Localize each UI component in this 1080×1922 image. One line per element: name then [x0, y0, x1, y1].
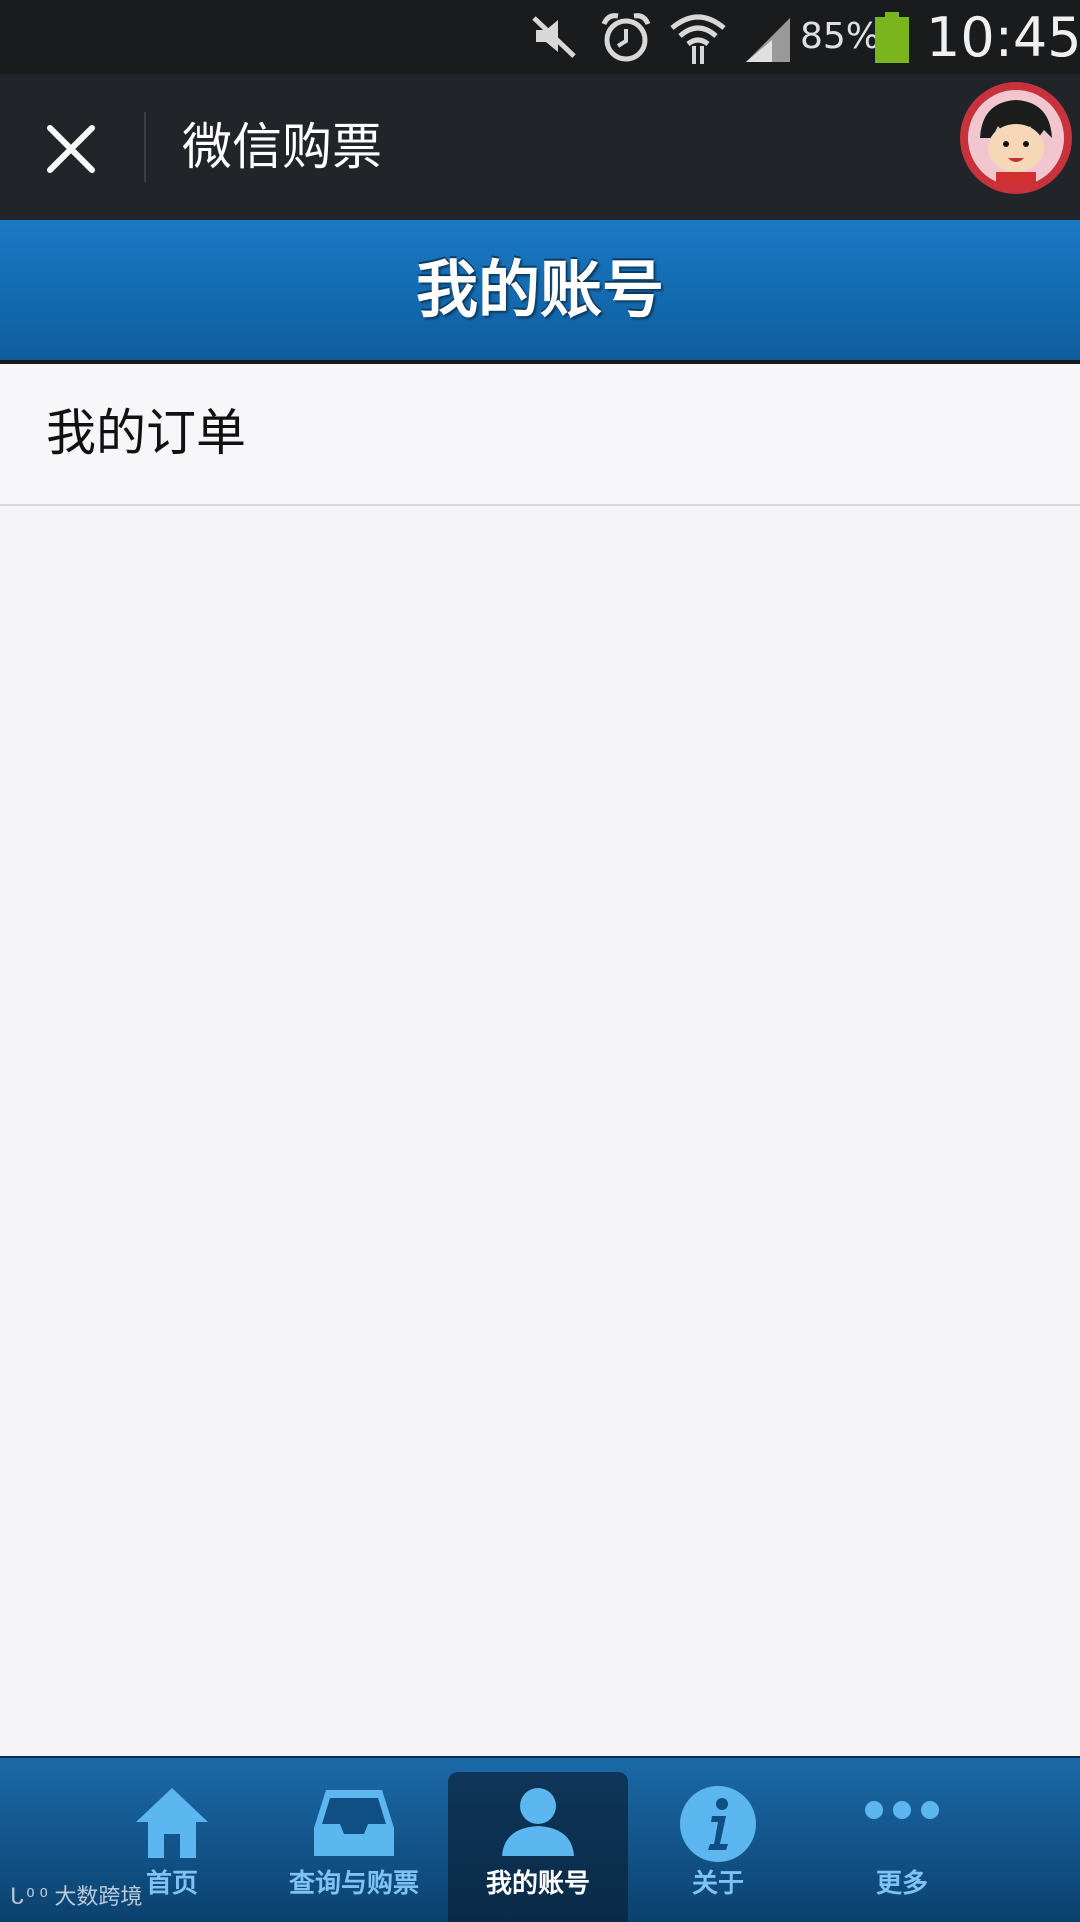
watermark: ᒐᴼᴼ 大数跨境: [10, 1884, 142, 1912]
close-icon: [47, 125, 95, 173]
tab-label: 查询与购票: [288, 1869, 419, 1899]
wechat-title-bar: 微信购票: [0, 74, 1080, 220]
list-item-my-orders[interactable]: 我的订单: [0, 364, 1080, 506]
signal-icon: [742, 10, 794, 70]
tab-label: 更多: [875, 1869, 928, 1899]
tab-search-buy[interactable]: 查询与购票: [264, 1758, 444, 1922]
clock: 10:45: [926, 6, 1080, 69]
tab-about[interactable]: 关于: [628, 1758, 808, 1922]
close-button[interactable]: [36, 114, 106, 184]
mute-icon: [528, 10, 580, 66]
info-icon: [678, 1784, 758, 1868]
home-icon: [132, 1784, 212, 1864]
more-icon: [862, 1798, 942, 1826]
wifi-icon: [668, 10, 728, 70]
status-bar: 85% 10:45: [0, 0, 1080, 74]
tab-my-account[interactable]: 我的账号: [448, 1772, 628, 1922]
user-icon: [498, 1784, 578, 1864]
bottom-tab-bar: 首页 查询与购票 我的账号 关于 更多: [0, 1756, 1080, 1922]
page-header: 我的账号: [0, 220, 1080, 360]
inbox-icon: [312, 1784, 396, 1864]
title-divider: [144, 112, 146, 182]
battery-percent: 85%: [800, 16, 881, 57]
tab-label: 我的账号: [485, 1869, 590, 1899]
tab-label: 关于: [691, 1869, 744, 1899]
tab-more[interactable]: 更多: [812, 1758, 992, 1922]
wechat-title: 微信购票: [182, 118, 382, 176]
watermark-logo-icon: ᒐᴼᴼ: [10, 1885, 51, 1910]
avatar[interactable]: [958, 80, 1074, 196]
list-item-label: 我的订单: [46, 404, 246, 462]
page-title: 我的账号: [415, 253, 664, 326]
watermark-text: 大数跨境: [54, 1885, 143, 1910]
battery-icon: [874, 12, 910, 68]
alarm-icon: [598, 10, 654, 70]
